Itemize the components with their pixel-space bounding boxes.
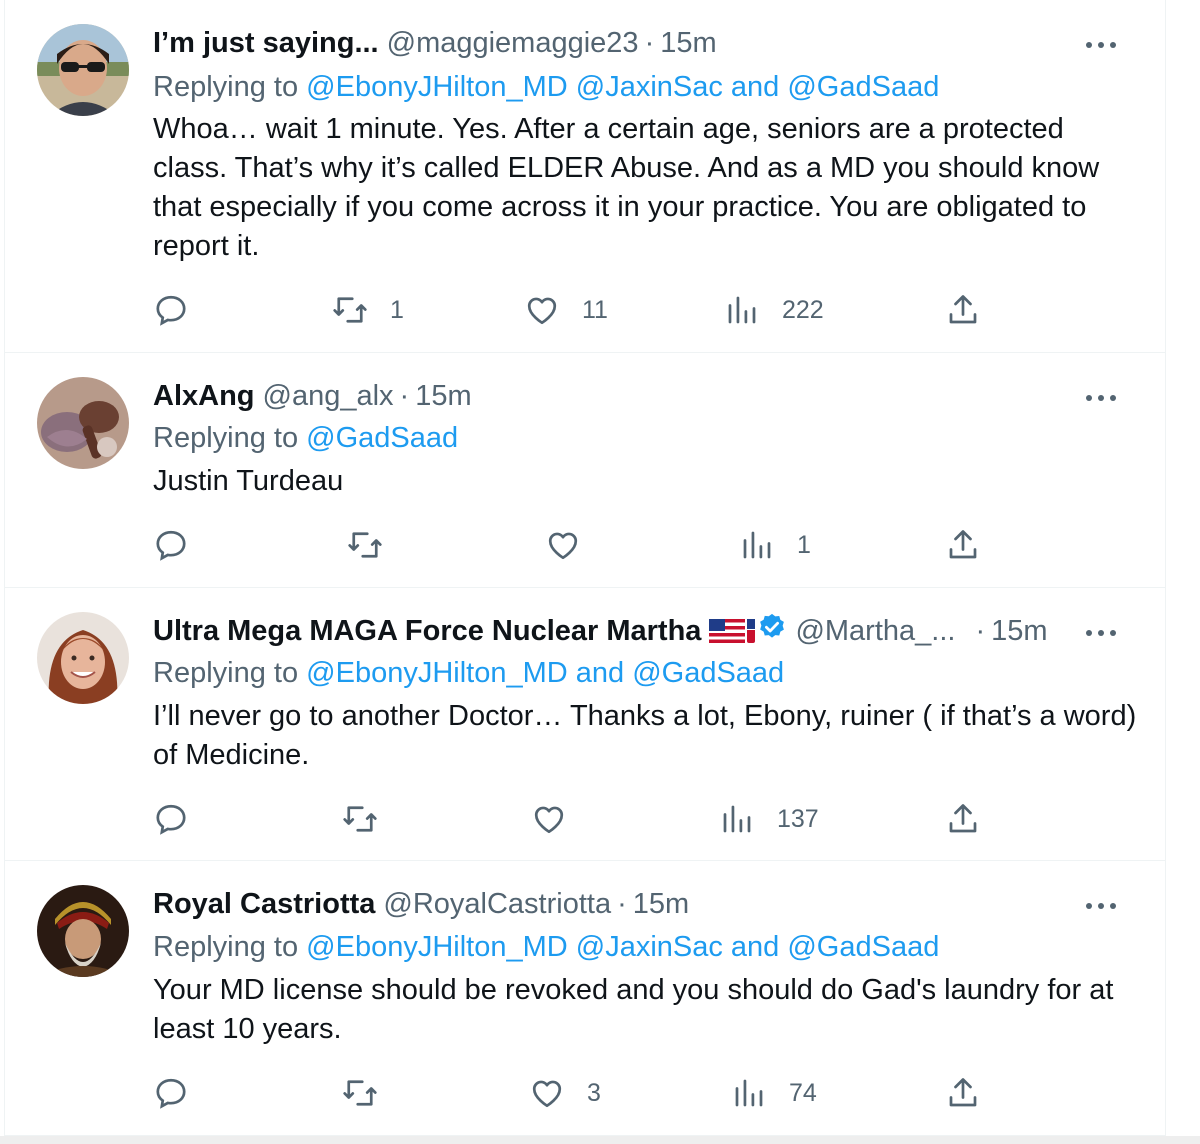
heart-icon [532, 1080, 562, 1108]
more-icon[interactable] [1083, 889, 1119, 923]
share-icon [949, 530, 977, 559]
reply-icon [156, 804, 186, 835]
like-count: 11 [582, 295, 608, 324]
more-icon[interactable] [1083, 381, 1119, 415]
like-button[interactable] [531, 799, 567, 839]
user-handle[interactable]: @RoyalCastriotta [383, 887, 611, 921]
replying-to-label: Replying to [153, 71, 299, 103]
heart-icon [527, 297, 557, 325]
mention-links[interactable]: @GadSaad [306, 422, 458, 454]
views-count: 1 [797, 530, 811, 559]
reply-icon [156, 530, 186, 561]
replying-to-line: Replying to @EbonyJHilton_MD @JaxinSac a… [153, 70, 939, 104]
share-button[interactable] [945, 799, 981, 839]
share-button[interactable] [945, 1073, 981, 1113]
tweet-text: Justin Turdeau [153, 465, 344, 497]
timestamp[interactable]: 15m [991, 614, 1047, 648]
more-icon[interactable] [1083, 28, 1119, 62]
views-icon [743, 531, 771, 559]
replying-to-label: Replying to [153, 657, 299, 689]
display-name[interactable]: Royal Castriotta [153, 887, 375, 921]
separator-dot: · [617, 888, 627, 920]
tweet-text: Whoa… wait 1 minute. Yes. After a certai… [153, 113, 1100, 262]
reply-button[interactable] [153, 1073, 189, 1113]
views-button[interactable]: 74 [731, 1073, 817, 1113]
reply-button[interactable] [153, 799, 189, 839]
retweet-button[interactable]: 1 [332, 290, 404, 330]
views-icon [735, 1079, 763, 1107]
display-name[interactable]: Ultra Mega MAGA Force Nuclear Martha [153, 614, 701, 648]
retweet-icon [343, 1080, 377, 1106]
reply-icon [156, 1078, 186, 1109]
right-gutter [1166, 0, 1200, 1144]
views-icon [723, 805, 751, 833]
tweet-text: Your MD license should be revoked and yo… [153, 974, 1114, 1045]
views-count: 137 [777, 804, 819, 833]
retweet-icon [333, 297, 367, 323]
views-button[interactable]: 222 [724, 290, 824, 330]
heart-icon [548, 532, 578, 560]
retweet-button[interactable] [347, 525, 383, 565]
avatar[interactable] [37, 24, 129, 116]
share-icon [949, 1078, 977, 1107]
mention-links[interactable]: @EbonyJHilton_MD and @GadSaad [306, 657, 784, 689]
replying-to-line: Replying to @EbonyJHilton_MD and @GadSaa… [153, 656, 784, 690]
replying-to-line: Replying to @EbonyJHilton_MD @JaxinSac a… [153, 930, 939, 964]
timestamp[interactable]: 15m [660, 26, 716, 60]
like-button[interactable] [545, 525, 581, 565]
avatar[interactable] [37, 612, 129, 704]
views-button[interactable]: 1 [739, 525, 811, 565]
replying-to-label: Replying to [153, 422, 299, 454]
share-icon [949, 804, 977, 833]
tweet[interactable]: Ultra Mega MAGA Force Nuclear Martha @Ma… [5, 588, 1167, 861]
views-button[interactable]: 137 [719, 799, 819, 839]
bottom-edge [0, 1136, 1200, 1144]
retweet-button[interactable] [342, 1073, 378, 1113]
avatar[interactable] [37, 885, 129, 977]
user-handle[interactable]: @maggiemaggie23 [387, 26, 639, 60]
views-icon [728, 296, 756, 324]
user-handle[interactable]: @ang_alx [263, 379, 394, 413]
separator-dot: · [399, 380, 410, 412]
mention-links[interactable]: @EbonyJHilton_MD @JaxinSac and @GadSaad [306, 931, 939, 963]
like-count: 3 [587, 1078, 601, 1107]
user-handle[interactable]: @Martha_... [795, 614, 955, 648]
avatar[interactable] [37, 377, 129, 469]
verified-badge-icon[interactable] [757, 612, 787, 650]
display-name[interactable]: AlxAng [153, 379, 255, 413]
us-flag-icon [709, 619, 756, 643]
share-button[interactable] [945, 525, 981, 565]
retweet-icon [348, 532, 382, 558]
more-icon[interactable] [1083, 616, 1119, 650]
heart-icon [534, 806, 564, 834]
separator-dot: · [644, 27, 655, 59]
reply-button[interactable] [153, 525, 189, 565]
share-button[interactable] [945, 290, 981, 330]
separator-dot: · [975, 615, 986, 647]
mention-links[interactable]: @EbonyJHilton_MD @JaxinSac and @GadSaad [306, 71, 939, 103]
tweet[interactable]: Royal Castriotta @RoyalCastriotta · 15m … [5, 861, 1167, 1136]
reply-icon [156, 295, 186, 326]
reply-feed: I’m just saying... @maggiemaggie23 · 15m… [4, 0, 1167, 1144]
timestamp[interactable]: 15m [633, 887, 689, 921]
views-count: 222 [782, 295, 824, 324]
share-icon [949, 295, 977, 324]
tweet[interactable]: AlxAng @ang_alx · 15m Replying to @GadSa… [5, 353, 1167, 588]
like-button[interactable]: 3 [529, 1073, 601, 1113]
replying-to-line: Replying to @GadSaad [153, 421, 458, 455]
views-count: 74 [789, 1078, 817, 1107]
reply-button[interactable] [153, 290, 189, 330]
retweet-button[interactable] [342, 799, 378, 839]
tweet[interactable]: I’m just saying... @maggiemaggie23 · 15m… [5, 0, 1167, 353]
display-name[interactable]: I’m just saying... [153, 26, 379, 60]
like-button[interactable]: 11 [524, 290, 608, 330]
tweet-text: I’ll never go to another Doctor… Thanks … [153, 700, 1137, 771]
timestamp[interactable]: 15m [415, 379, 471, 413]
retweet-count: 1 [390, 295, 404, 324]
replying-to-label: Replying to [153, 931, 299, 963]
retweet-icon [343, 806, 377, 832]
